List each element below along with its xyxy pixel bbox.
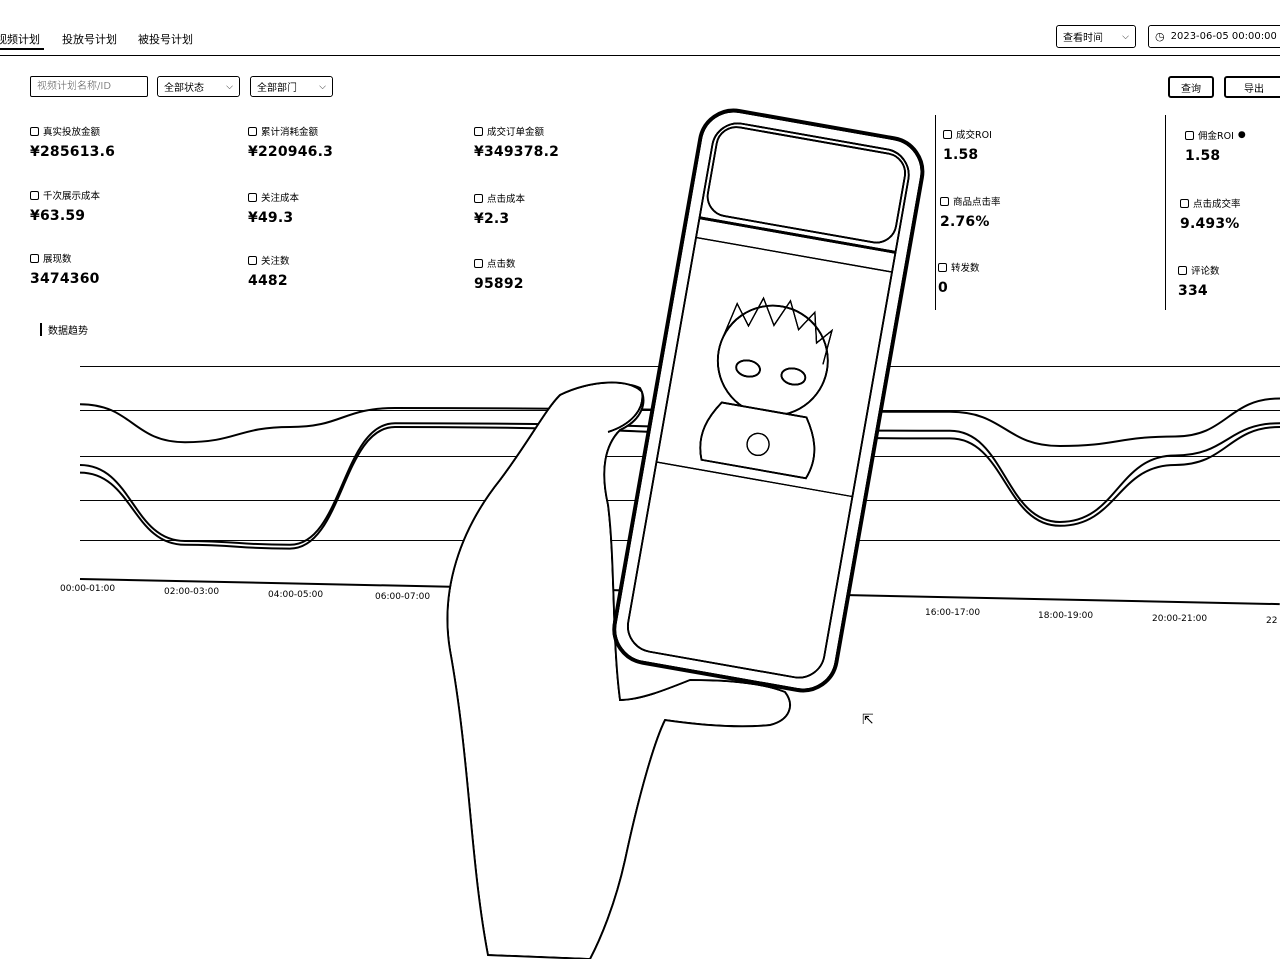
hand-phone-illustration xyxy=(446,108,925,959)
mouse-cursor-icon: ⇱ xyxy=(862,712,874,728)
